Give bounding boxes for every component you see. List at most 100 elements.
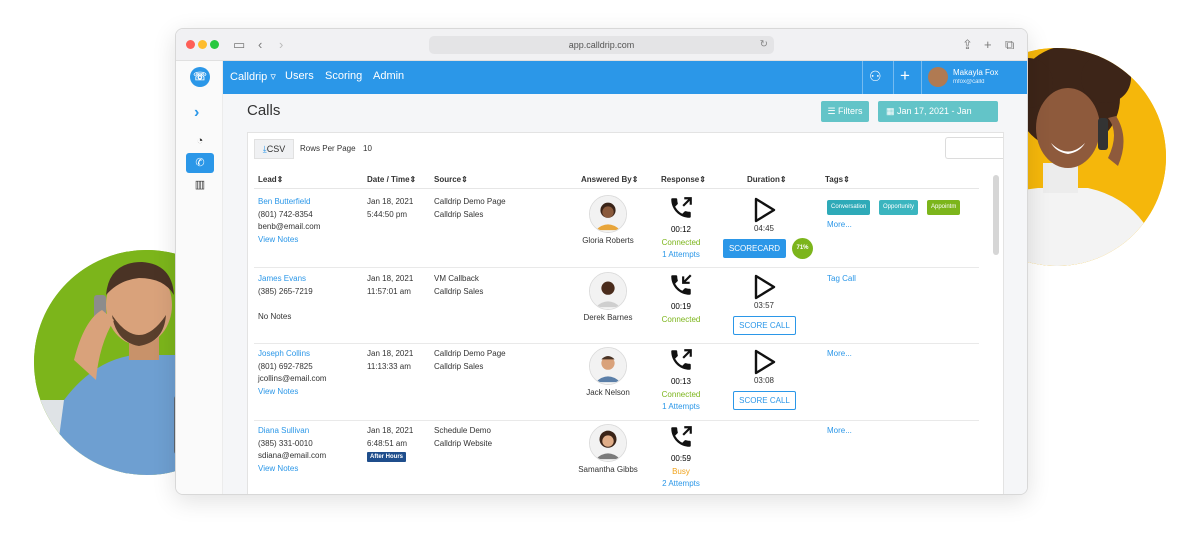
- calendar-icon: ▦: [886, 106, 898, 116]
- lead-name-link[interactable]: Ben Butterfield: [258, 196, 320, 209]
- tag-call-link[interactable]: Tag Call: [827, 273, 856, 286]
- dashboard-icon[interactable]: ◔: [186, 131, 214, 151]
- table-scrollbar[interactable]: [993, 175, 999, 255]
- play-icon[interactable]: [751, 274, 777, 300]
- tag-conversation[interactable]: Conversation: [827, 200, 871, 215]
- column-header-duration[interactable]: Duration⇕: [747, 175, 787, 184]
- user-email: mfox@calld: [953, 79, 985, 85]
- after-hours-badge: After Hours: [367, 452, 407, 462]
- column-header-response[interactable]: Response⇕: [661, 175, 706, 184]
- lead-name-link[interactable]: James Evans: [258, 273, 313, 286]
- attempts-link[interactable]: 2 Attempts: [651, 478, 711, 491]
- score-call-button[interactable]: SCORE CALL: [733, 316, 796, 335]
- column-header-lead[interactable]: Lead⇕: [258, 175, 283, 184]
- lead-phone: (385) 265-7219: [258, 286, 313, 296]
- column-header-source[interactable]: Source⇕: [434, 175, 468, 184]
- view-notes-link[interactable]: View Notes: [258, 463, 326, 476]
- main-content: Calls ☰ Filters ▦ Jan 17, 2021 - Jan ⤓CS…: [223, 94, 1027, 494]
- tabs-icon[interactable]: ⧉: [1005, 36, 1014, 54]
- back-icon[interactable]: ‹: [258, 36, 262, 54]
- phone-incoming-icon: [671, 274, 692, 295]
- row-divider: [254, 267, 979, 268]
- call-status: Connected: [661, 389, 701, 399]
- attempts-link[interactable]: 1 Attempts: [651, 401, 711, 414]
- column-header-date-time[interactable]: Date / Time⇕: [367, 175, 416, 184]
- csv-export-button[interactable]: ⤓CSV: [254, 139, 294, 159]
- nav-item-admin[interactable]: Admin: [373, 70, 404, 82]
- user-avatar[interactable]: [928, 67, 948, 87]
- org-chart-icon[interactable]: ⚇: [869, 68, 882, 85]
- column-header-label: Source: [434, 175, 462, 184]
- score-call-button[interactable]: SCORE CALL: [733, 391, 796, 410]
- nav-item-users[interactable]: Users: [285, 70, 314, 82]
- reports-icon[interactable]: ▥: [186, 175, 214, 195]
- lead-name-link[interactable]: Joseph Collins: [258, 348, 327, 361]
- filters-button[interactable]: ☰ Filters: [821, 101, 869, 122]
- agent-avatar: [589, 195, 627, 233]
- column-header-label: Date / Time: [367, 175, 410, 184]
- rows-per-page-select[interactable]: 10: [363, 144, 372, 153]
- minimize-window-button[interactable]: [198, 40, 207, 49]
- column-header-label: Tags: [825, 175, 844, 184]
- lead-phone: (801) 742-8354: [258, 209, 313, 219]
- nav-divider: [862, 61, 863, 94]
- source-name: Schedule Demo: [434, 426, 491, 435]
- calldrip-logo-icon[interactable]: ☏: [190, 67, 210, 87]
- column-header-label: Response: [661, 175, 700, 184]
- row-divider: [254, 343, 979, 344]
- date-range-label: Jan 17, 2021 - Jan: [897, 106, 972, 116]
- column-header-answered-by[interactable]: Answered By⇕: [581, 175, 638, 184]
- new-tab-icon[interactable]: +: [984, 36, 992, 54]
- tag-appointment[interactable]: Appointm: [927, 200, 961, 215]
- url-text: app.calldrip.com: [568, 40, 635, 50]
- call-duration: 03:08: [753, 376, 775, 385]
- agent-name: Jack Nelson: [586, 388, 630, 397]
- browser-toolbar: ▭ ‹ › app.calldrip.com ↻ ⇪ + ⧉: [176, 29, 1027, 61]
- nav-item-scoring[interactable]: Scoring: [325, 70, 362, 82]
- more-tags-link[interactable]: More...: [827, 348, 852, 361]
- nav-brand-label: Calldrip: [230, 71, 268, 83]
- column-header-label: Lead: [258, 175, 277, 184]
- call-date: Jan 18, 2021: [367, 274, 414, 283]
- page-title: Calls: [247, 102, 281, 119]
- no-notes-label: No Notes: [258, 311, 292, 321]
- tag-opportunity[interactable]: Opportunity: [879, 200, 919, 215]
- search-input[interactable]: [945, 137, 1003, 159]
- lead-email: sdiana@email.com: [258, 451, 327, 460]
- plus-icon[interactable]: +: [900, 66, 910, 86]
- agent-name: Gloria Roberts: [582, 236, 634, 245]
- nav-divider: [921, 61, 922, 94]
- source-group: Calldrip Sales: [434, 209, 484, 219]
- more-tags-link[interactable]: More...: [827, 219, 852, 232]
- lead-email: [258, 298, 313, 311]
- response-time: 00:59: [670, 454, 692, 463]
- phone-outgoing-icon: [671, 197, 692, 218]
- more-tags-link[interactable]: More...: [827, 425, 852, 438]
- nav-brand-menu[interactable]: Calldrip ▿: [230, 70, 276, 83]
- response-time: 00:13: [670, 377, 692, 386]
- share-icon[interactable]: ⇪: [962, 36, 973, 54]
- address-bar[interactable]: app.calldrip.com ↻: [429, 36, 774, 54]
- forward-icon[interactable]: ›: [279, 36, 283, 54]
- attempts-link[interactable]: 1 Attempts: [651, 249, 711, 262]
- scorecard-button[interactable]: SCORECARD: [723, 239, 786, 258]
- date-range-button[interactable]: ▦ Jan 17, 2021 - Jan: [878, 101, 998, 122]
- play-icon[interactable]: [751, 349, 777, 375]
- reload-icon[interactable]: ↻: [760, 36, 768, 54]
- source-group: Calldrip Website: [434, 438, 493, 448]
- maximize-window-button[interactable]: [210, 40, 219, 49]
- calls-icon[interactable]: ✆: [186, 153, 214, 173]
- close-window-button[interactable]: [186, 40, 195, 49]
- view-notes-link[interactable]: View Notes: [258, 234, 320, 247]
- phone-outgoing-icon: [671, 426, 692, 447]
- user-name[interactable]: Makayla Fox: [953, 68, 998, 77]
- column-header-tags[interactable]: Tags⇕: [825, 175, 850, 184]
- lead-name-link[interactable]: Diana Sullivan: [258, 425, 326, 438]
- response-time: 00:12: [670, 225, 692, 234]
- expand-icon[interactable]: ›: [194, 104, 199, 122]
- column-header-label: Answered By: [581, 175, 632, 184]
- sidebar-toggle-icon[interactable]: ▭: [233, 36, 245, 54]
- response-time: 00:19: [670, 302, 692, 311]
- play-icon[interactable]: [751, 197, 777, 223]
- view-notes-link[interactable]: View Notes: [258, 386, 327, 399]
